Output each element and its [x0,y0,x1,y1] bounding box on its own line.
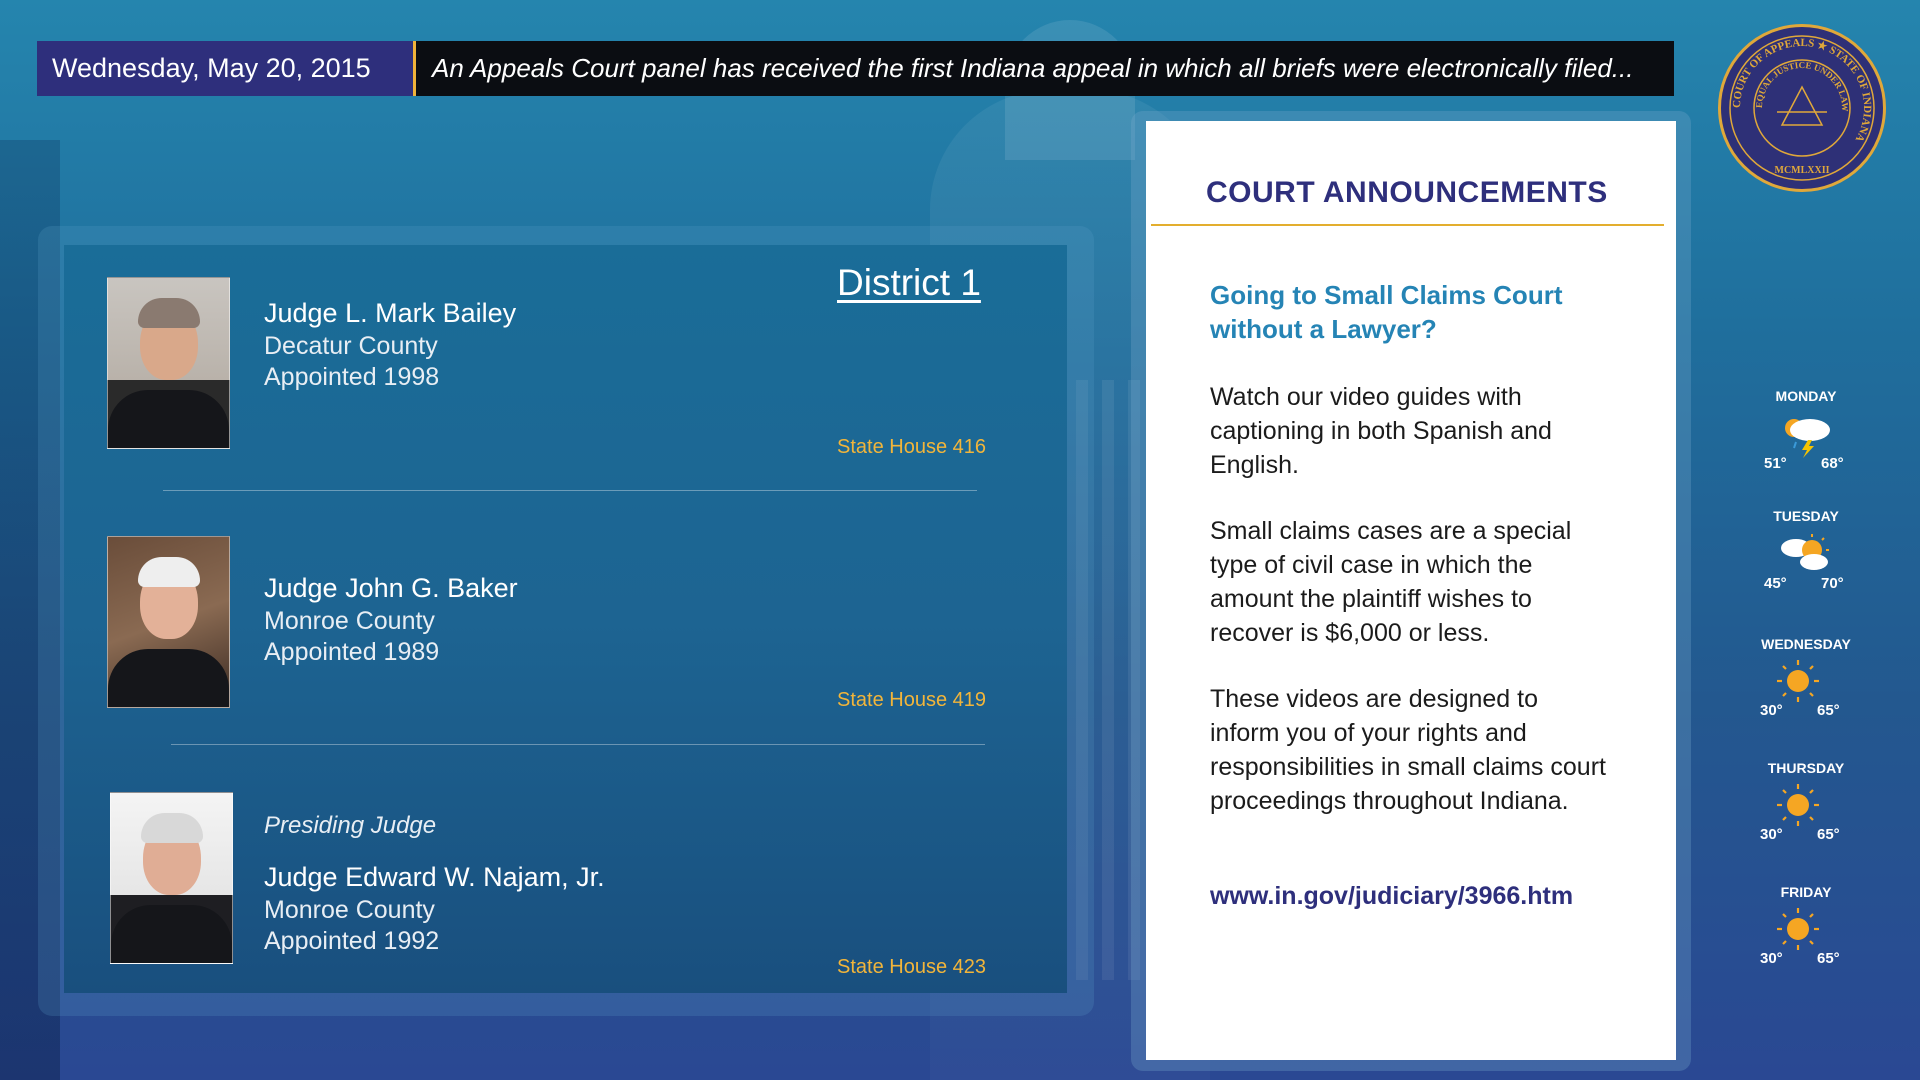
court-seal-icon: COURT OF APPEALS ★ STATE OF INDIANA EQUA… [1718,24,1886,192]
announcement-link[interactable]: www.in.gov/judiciary/3966.htm [1210,882,1573,911]
weather-high: 70° [1821,575,1844,592]
judge-appointed: Appointed 1992 [264,927,440,955]
judge-photo-baker [107,536,230,708]
district-title: District 1 [837,262,981,303]
weather-day: WEDNESDAY [1761,636,1851,652]
sunny-icon [1777,784,1819,826]
date-display: Wednesday, May 20, 2015 [37,41,413,96]
svg-text:COURT OF APPEALS ★ STATE OF IN: COURT OF APPEALS ★ STATE OF INDIANA [1731,37,1873,144]
weather-low: 30° [1760,826,1783,843]
judge-room: State House 416 [837,436,986,458]
judge-room: State House 419 [837,689,986,711]
weather-day: FRIDAY [1780,884,1832,900]
judge-name: Judge John G. Baker [264,573,518,603]
weather-low: 30° [1760,950,1783,967]
presiding-judge-label: Presiding Judge [264,812,437,839]
weather-day: MONDAY [1775,388,1837,404]
weather-low: 45° [1764,575,1787,592]
judge-photo-najam [110,792,233,964]
announcements-divider [1151,224,1664,226]
judge-divider [163,490,977,491]
judge-photo-bailey [107,277,230,449]
weather-high: 65° [1817,950,1840,967]
judge-name: Judge L. Mark Bailey [264,298,517,328]
judge-appointed: Appointed 1998 [264,363,440,391]
weather-day: THURSDAY [1767,760,1845,776]
judge-appointed: Appointed 1989 [264,638,440,666]
judge-county: Decatur County [264,332,438,360]
sunny-icon [1777,908,1819,950]
judge-room: State House 423 [837,956,986,978]
weather-low: 30° [1760,702,1783,719]
judge-county: Monroe County [264,607,435,635]
thunderstorm-icon [1785,419,1830,458]
judge-name: Judge Edward W. Najam, Jr. [264,862,605,892]
sunny-icon [1777,660,1819,702]
news-ticker: An Appeals Court panel has received the … [413,41,1674,96]
judge-divider [171,744,985,745]
weather-high: 65° [1817,826,1840,843]
weather-high: 68° [1821,455,1844,472]
announcement-paragraph: Watch our video guides with captioning i… [1210,383,1552,479]
announcement-paragraph: These videos are designed to inform you … [1210,685,1606,815]
weather-day: TUESDAY [1773,508,1839,524]
seal-text-top: COURT OF APPEALS ★ STATE OF INDIANA [1731,37,1873,144]
seal-year: MCMLXXII [1775,165,1830,176]
announcement-heading: Going to Small Claims Court without a La… [1210,280,1563,344]
weather-low: 51° [1764,455,1787,472]
judge-county: Monroe County [264,896,435,924]
announcement-paragraph: Small claims cases are a special type of… [1210,517,1572,647]
announcements-title: COURT ANNOUNCEMENTS [1206,176,1608,209]
weather-high: 65° [1817,702,1840,719]
partly-cloudy-icon [1781,534,1829,570]
